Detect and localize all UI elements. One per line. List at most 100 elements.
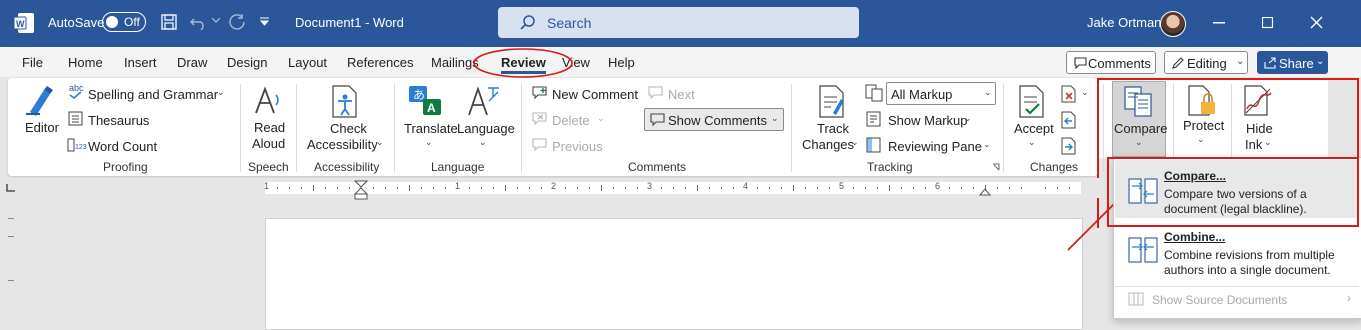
reviewing-pane-button[interactable]: Reviewing Pane — [888, 139, 982, 154]
next-change-icon[interactable] — [1061, 137, 1077, 155]
translate-icon[interactable]: あ A — [408, 84, 444, 118]
tab-selector-icon[interactable] — [6, 184, 16, 192]
word-logo-icon[interactable]: W — [14, 13, 34, 33]
display-for-review-select[interactable]: All Markup ⌄ — [886, 82, 996, 105]
tab-references[interactable]: References — [347, 55, 413, 70]
share-button[interactable]: Share ⌄ — [1257, 51, 1328, 74]
reject-icon[interactable] — [1061, 85, 1077, 103]
ruler-tick — [373, 187, 374, 189]
tab-insert[interactable]: Insert — [124, 55, 157, 70]
ruler-tick — [901, 187, 902, 189]
user-name[interactable]: Jake Ortman — [1087, 15, 1161, 30]
ruler-number: 6 — [935, 181, 941, 191]
language-icon[interactable] — [467, 85, 501, 117]
track-changes-icon[interactable] — [817, 85, 847, 119]
ruler-tick — [493, 187, 494, 189]
combine-menu-desc-2: authors into a single document. — [1164, 263, 1331, 277]
tab-file[interactable]: File — [22, 55, 43, 70]
compare-item-highlight-frame — [1107, 157, 1359, 227]
chevron-down-icon[interactable]: ⌄ — [479, 137, 487, 148]
ruler-tick — [1021, 187, 1022, 189]
document-title: Document1 - Word — [295, 15, 404, 30]
dialog-launcher-icon[interactable] — [992, 163, 1000, 171]
read-aloud-label-1[interactable]: Read — [254, 120, 285, 136]
chevron-down-icon[interactable]: ⌄ — [851, 137, 859, 148]
track-changes-label-1[interactable]: Track — [817, 121, 849, 137]
accept-icon[interactable] — [1017, 85, 1047, 119]
delete-comment-button[interactable]: Delete — [552, 113, 590, 128]
check-accessibility-label-2[interactable]: Accessibility — [307, 137, 378, 153]
ruler-tick — [697, 185, 698, 191]
group-separator — [791, 84, 792, 172]
ruler-tick — [1009, 187, 1010, 189]
thesaurus-button[interactable]: Thesaurus — [88, 113, 149, 128]
ruler-number: 1 — [264, 181, 270, 191]
ruler-tick — [949, 187, 950, 189]
chevron-down-icon[interactable]: ⌄ — [983, 139, 991, 150]
undo-dropdown-icon[interactable] — [212, 18, 220, 24]
editing-button[interactable]: Editing ⌄ — [1164, 51, 1248, 74]
tab-design[interactable]: Design — [227, 55, 267, 70]
check-accessibility-icon[interactable] — [330, 85, 360, 119]
ruler-tick — [421, 187, 422, 189]
redo-icon[interactable] — [228, 13, 246, 31]
translate-label[interactable]: Translate — [404, 121, 458, 137]
comments-button[interactable]: Comments — [1066, 51, 1156, 74]
chevron-down-icon[interactable]: ⌄ — [964, 113, 972, 124]
ruler-tick — [1057, 187, 1058, 189]
read-aloud-icon[interactable] — [253, 85, 283, 117]
maximize-icon[interactable] — [1262, 17, 1274, 29]
show-comments-button[interactable]: Show Comments ⌄ — [644, 108, 784, 131]
customize-toolbar-icon[interactable] — [260, 17, 270, 27]
undo-icon[interactable] — [190, 14, 208, 30]
ruler-tick — [733, 187, 734, 189]
document-page[interactable] — [265, 218, 1083, 330]
chevron-down-icon[interactable]: ⌄ — [1081, 87, 1089, 98]
chevron-down-icon[interactable]: ⌄ — [217, 87, 225, 98]
chevron-down-icon[interactable]: ⌄ — [425, 137, 433, 148]
group-separator — [296, 84, 297, 172]
ruler-tick — [541, 187, 542, 189]
editor-label[interactable]: Editor — [25, 120, 59, 135]
show-markup-button[interactable]: Show Markup — [888, 113, 967, 128]
ruler-tick — [793, 185, 794, 191]
tab-draw[interactable]: Draw — [177, 55, 207, 70]
svg-text:あ: あ — [413, 88, 425, 102]
save-icon[interactable] — [161, 14, 177, 30]
autosave-toggle[interactable]: Off — [102, 12, 146, 32]
language-label[interactable]: Language — [457, 121, 515, 137]
show-source-documents-item[interactable]: Show Source Documents › — [1115, 289, 1359, 313]
menu-divider — [1115, 286, 1359, 287]
combine-menu-item[interactable]: Combine... Combine revisions from multip… — [1115, 221, 1359, 279]
new-comment-button[interactable]: New Comment — [552, 87, 638, 102]
ruler-tick — [613, 187, 614, 189]
accept-label[interactable]: Accept — [1014, 121, 1054, 137]
word-count-button[interactable]: Word Count — [88, 139, 157, 154]
minimize-icon[interactable] — [1213, 22, 1225, 24]
ruler-tick — [985, 185, 986, 191]
track-changes-label-2[interactable]: Changes — [802, 137, 854, 153]
pencil-icon — [1172, 57, 1184, 69]
previous-comment-button[interactable]: Previous — [552, 139, 603, 154]
ruler-tick — [913, 187, 914, 189]
ruler-tick — [577, 187, 578, 189]
chevron-down-icon[interactable]: ⌄ — [597, 113, 605, 124]
next-comment-button[interactable]: Next — [668, 87, 695, 102]
vertical-ruler-tick — [8, 280, 14, 281]
previous-change-icon[interactable] — [1061, 111, 1077, 129]
ruler-tick — [781, 187, 782, 189]
read-aloud-label-2[interactable]: Aloud — [252, 136, 285, 152]
avatar[interactable] — [1160, 11, 1186, 37]
chevron-down-icon[interactable]: ⌄ — [376, 137, 384, 148]
editor-icon[interactable] — [24, 84, 58, 118]
tab-home[interactable]: Home — [68, 55, 103, 70]
close-icon[interactable] — [1310, 16, 1323, 29]
check-accessibility-label-1[interactable]: Check — [330, 121, 367, 137]
tab-help[interactable]: Help — [608, 55, 635, 70]
ruler-tick — [469, 187, 470, 189]
tab-layout[interactable]: Layout — [288, 55, 327, 70]
chevron-down-icon[interactable]: ⌄ — [1028, 137, 1036, 148]
spelling-grammar-button[interactable]: Spelling and Grammar — [88, 87, 218, 102]
share-icon — [1264, 57, 1276, 69]
search-box[interactable]: Search — [498, 7, 859, 38]
